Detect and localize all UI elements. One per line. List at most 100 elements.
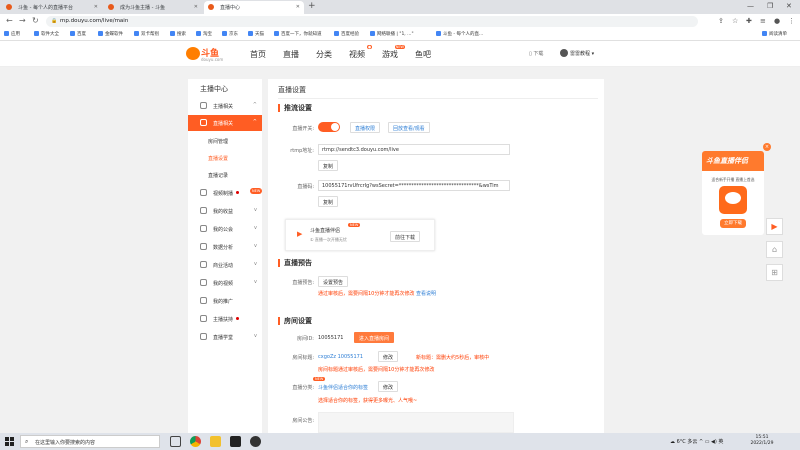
- address-bar[interactable]: 🔒 mp.douyu.com/live/main: [46, 16, 698, 27]
- play-icon[interactable]: ▶: [766, 218, 783, 235]
- sidebar-item-video[interactable]: 视频制播 NEW: [188, 185, 263, 201]
- sidebar-sub-live-settings[interactable]: 直播设置: [208, 155, 228, 162]
- bookmark-item[interactable]: 斗鱼 - 每个人的直...: [436, 31, 483, 37]
- bookmark-item[interactable]: 百度: [70, 31, 86, 37]
- download-link[interactable]: ▯ 下载: [529, 50, 543, 57]
- bookmark-item[interactable]: 金蝶软件: [98, 31, 123, 37]
- reload-icon[interactable]: ↻: [32, 16, 39, 25]
- home-icon[interactable]: ⌂: [766, 241, 783, 258]
- reading-list[interactable]: 阅读清单: [762, 31, 787, 37]
- sidebar-item-data[interactable]: 数据分析 v: [188, 239, 262, 255]
- partner-ad[interactable]: 斗鱼直播伴侣 适合新手开播 直播上首选 立即下载: [702, 151, 764, 235]
- taskbar-search[interactable]: ⌕ 在这里输入你要搜索的内容: [20, 435, 160, 448]
- sidebar-item-my-videos[interactable]: 我的视频 v: [188, 275, 262, 291]
- title-warning-1: 新标题：需删大约5秒后，审核中: [416, 355, 490, 361]
- menu-icon[interactable]: ⋮: [788, 17, 795, 25]
- chrome-icon[interactable]: [190, 436, 201, 447]
- close-window-icon[interactable]: ✕: [786, 2, 792, 10]
- browser-tab[interactable]: 斗鱼 - 每个人的直播平台 ✕: [2, 1, 102, 14]
- nav-yuba[interactable]: 鱼吧: [415, 49, 431, 60]
- nav-live[interactable]: 直播: [283, 49, 299, 60]
- sidebar-item-anchor[interactable]: 主播相关 ^: [188, 98, 262, 114]
- live-permission-button[interactable]: 直播权限: [350, 122, 381, 133]
- bookmark-item[interactable]: 京东: [222, 31, 238, 37]
- browser-tab[interactable]: 成为斗鱼主播 - 斗鱼 ✕: [104, 1, 202, 14]
- sidebar-item-school[interactable]: 直播学堂 v: [188, 329, 262, 345]
- notice-textarea[interactable]: [318, 412, 514, 433]
- enter-room-button[interactable]: 进入直播房间: [354, 332, 395, 343]
- bookmark-item[interactable]: 百度一下，你就知道: [274, 31, 322, 37]
- bookmark-item[interactable]: 天猫: [248, 31, 264, 37]
- douyu-logo[interactable]: 斗鱼 douyu.com: [186, 45, 226, 63]
- sidebar-item-support[interactable]: 主播扶持: [188, 311, 262, 327]
- rtmp-field[interactable]: rtmp://sendtc3.douyu.com/live: [318, 144, 510, 155]
- sidebar-item-income[interactable]: 我的收益 v: [188, 203, 262, 219]
- bookmark-item[interactable]: 搜索: [170, 31, 186, 37]
- bookmark-item[interactable]: 网络联播 | "1, ...": [370, 31, 414, 37]
- app-icon[interactable]: [250, 436, 261, 447]
- set-preview-button[interactable]: 设置预告: [318, 276, 349, 287]
- reading-list-icon[interactable]: ≡: [760, 17, 766, 25]
- copy-rtmp-button[interactable]: 复制: [318, 160, 339, 171]
- sidebar-sub-live-records[interactable]: 直播记录: [208, 172, 228, 179]
- profile-icon[interactable]: ●: [774, 17, 780, 25]
- nav-game[interactable]: 游戏 NEW: [382, 45, 405, 60]
- download-partner-button[interactable]: 前往下载: [390, 231, 421, 242]
- live-switch-toggle[interactable]: [318, 122, 340, 132]
- copy-code-button[interactable]: 复制: [318, 196, 339, 207]
- share-icon[interactable]: ⇪: [718, 17, 724, 25]
- preview-label: 直播预告:: [292, 280, 314, 286]
- bookmark-item[interactable]: 双卡帮别: [134, 31, 159, 37]
- divider: [278, 98, 598, 99]
- nav-category[interactable]: 分类: [316, 49, 332, 60]
- ad-subtitle: 适合新手开播 直播上首选: [711, 177, 755, 182]
- sidebar-item-promotion[interactable]: 我的推广: [188, 293, 262, 309]
- close-tab-icon[interactable]: ✕: [194, 4, 198, 10]
- user-menu[interactable]: 雷雷教程 ▾: [560, 49, 594, 57]
- chevron-down-icon: v: [254, 243, 257, 249]
- playback-button[interactable]: 回放查看/观看: [388, 122, 430, 133]
- scan-icon[interactable]: ⊞: [766, 264, 783, 281]
- nav-home[interactable]: 首页: [250, 49, 266, 60]
- windows-taskbar: ⌕ 在这里输入你要搜索的内容 ☁ 6°C 多云 ^ ▭ ◀) 英 15:51 202…: [0, 433, 800, 450]
- star-icon[interactable]: ☆: [732, 17, 738, 25]
- system-tray[interactable]: ☁ 6°C 多云 ^ ▭ ◀) 英: [670, 438, 723, 445]
- close-tab-icon[interactable]: ✕: [296, 4, 300, 10]
- wallet-icon: [200, 207, 207, 214]
- stream-code-field[interactable]: 10055171rvUfrcrIg?wsSecret=*************…: [318, 180, 510, 191]
- bookmark-item[interactable]: 软件大全: [34, 31, 59, 37]
- file-explorer-icon[interactable]: [210, 436, 221, 447]
- douyu-favicon-icon: [108, 4, 114, 10]
- chevron-down-icon: v: [254, 279, 257, 285]
- sidebar-item-live[interactable]: 直播相关 ^: [188, 115, 262, 131]
- extensions-icon[interactable]: ✚: [746, 17, 752, 25]
- bookmark-item[interactable]: 应用: [4, 31, 20, 37]
- edit-title-button[interactable]: 修改: [378, 351, 399, 362]
- back-icon[interactable]: ←: [6, 16, 13, 25]
- bookmark-item[interactable]: 百度经验: [334, 31, 359, 37]
- sidebar-item-business[interactable]: 商业活动 v: [188, 257, 262, 273]
- sidebar-item-guild[interactable]: 我的公会 v: [188, 221, 262, 237]
- bookmark-icon: [134, 31, 139, 36]
- sidebar-sub-room-manage[interactable]: 房间管理: [208, 138, 228, 145]
- browser-tab-active[interactable]: 直播中心 ✕: [204, 1, 304, 14]
- new-badge: NEW: [313, 377, 326, 381]
- close-tab-icon[interactable]: ✕: [94, 4, 98, 10]
- fish-logo-icon: [186, 47, 200, 60]
- clock[interactable]: 15:51 2022/1/29: [746, 435, 778, 447]
- minimize-icon[interactable]: —: [747, 2, 754, 10]
- ad-close-button[interactable]: ×: [763, 143, 771, 151]
- bookmark-item[interactable]: 淘宝: [196, 31, 212, 37]
- edit-category-button[interactable]: 修改: [378, 381, 399, 392]
- task-view-icon[interactable]: [170, 436, 181, 447]
- view-explanation-link[interactable]: 查看说明: [416, 291, 436, 297]
- windows-start-icon[interactable]: [5, 437, 14, 446]
- forward-icon[interactable]: →: [19, 16, 26, 25]
- room-title-label: 房间标题:: [292, 355, 314, 361]
- search-icon: ⌕: [25, 438, 29, 445]
- nav-video[interactable]: 视频 ●: [349, 45, 372, 60]
- app-icon[interactable]: [230, 436, 241, 447]
- new-tab-button[interactable]: +: [308, 1, 316, 11]
- restore-icon[interactable]: ❐: [767, 2, 773, 10]
- ad-download-button[interactable]: 立即下载: [720, 219, 746, 228]
